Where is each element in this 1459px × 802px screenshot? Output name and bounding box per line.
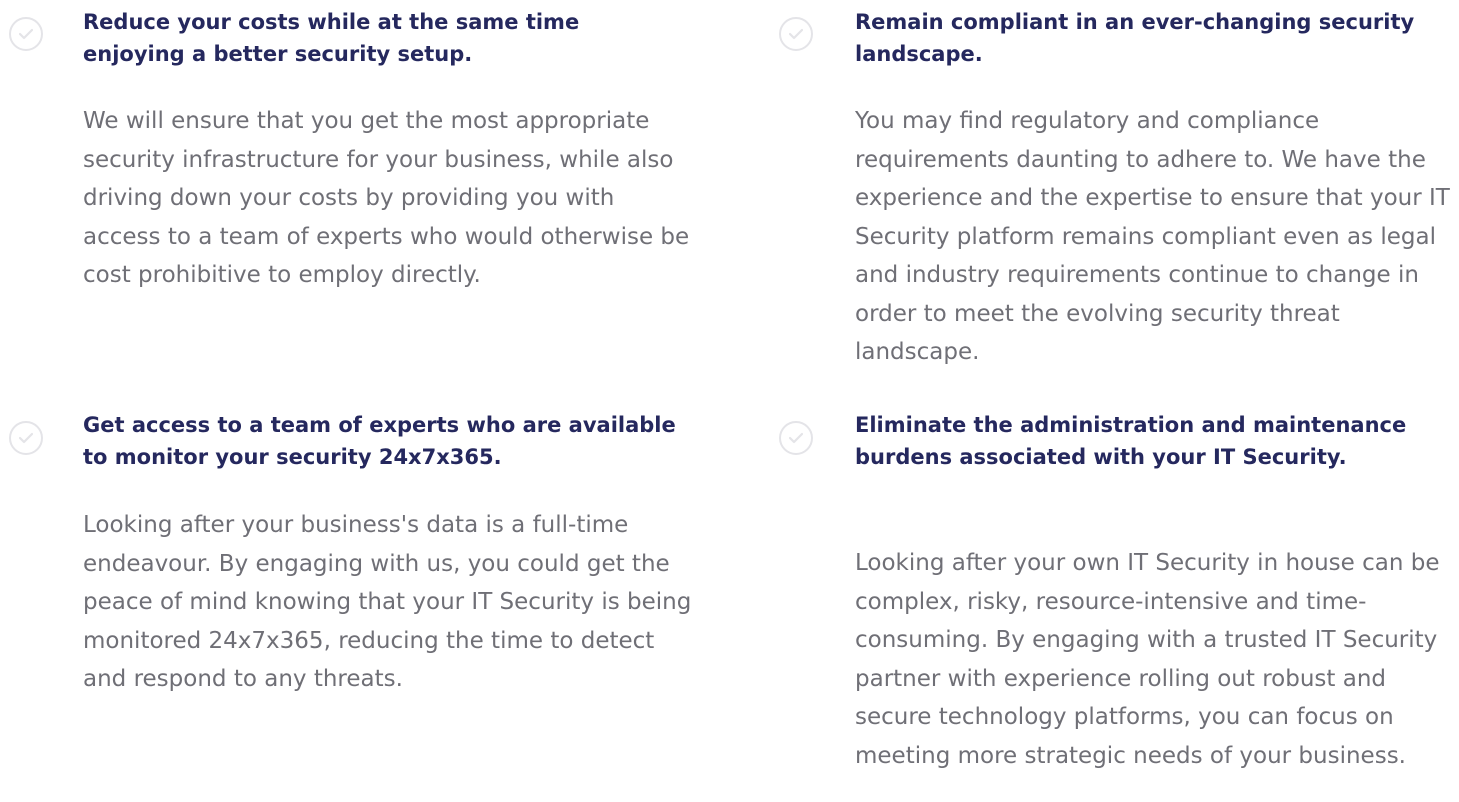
feature-title: Eliminate the administration and mainten… <box>855 413 1407 469</box>
check-circle-icon <box>9 17 43 51</box>
feature-title: Remain compliant in an ever-changing sec… <box>855 10 1415 66</box>
check-circle-icon <box>9 421 43 455</box>
feature-description: Looking after your business's data is a … <box>83 512 692 692</box>
feature-description: Looking after your own IT Security in ho… <box>855 550 1440 769</box>
check-circle-icon <box>779 17 813 51</box>
feature-title: Get access to a team of experts who are … <box>83 413 676 469</box>
check-circle-icon <box>779 421 813 455</box>
feature-title: Reduce your costs while at the same time… <box>83 10 580 66</box>
feature-description: You may find regulatory and compliance r… <box>855 108 1450 365</box>
feature-description: We will ensure that you get the most app… <box>83 108 690 288</box>
